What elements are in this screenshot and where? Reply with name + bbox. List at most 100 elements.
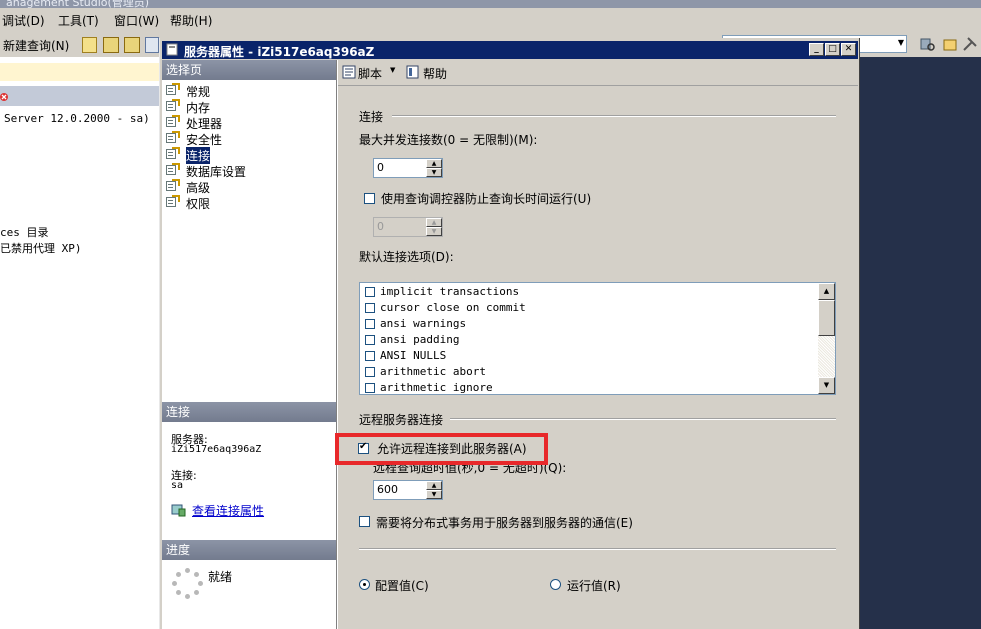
tree-node-agent[interactable]: 已禁用代理 XP) xyxy=(0,240,82,256)
max-connections-value: 0 xyxy=(377,161,384,174)
highlight-box xyxy=(335,433,548,465)
menu-bar: 调试(D) 工具(T) 窗口(W) 帮助(H) xyxy=(0,8,981,32)
maximize-button[interactable]: □ xyxy=(825,43,840,56)
spin-up-icon[interactable]: ▲ xyxy=(426,159,442,168)
dialog-toolbar: 脚本 ▼ 帮助 xyxy=(338,60,858,85)
disconnect-icon[interactable] xyxy=(0,89,9,102)
page-icon xyxy=(166,99,180,112)
radio-separator xyxy=(359,548,836,550)
connection-panel-title: 连接 xyxy=(166,405,191,419)
menu-tools[interactable]: 工具(T) xyxy=(58,12,99,29)
group-remote-line xyxy=(450,418,836,420)
remote-timeout-spinner[interactable]: 600 ▲ ▼ xyxy=(373,480,443,500)
minimize-button[interactable]: _ xyxy=(809,43,824,56)
option-label: ansi warnings xyxy=(380,317,467,330)
nav-item[interactable]: 常规 xyxy=(186,83,210,100)
scroll-track[interactable] xyxy=(818,336,835,377)
nav-item[interactable]: 连接 xyxy=(186,147,211,164)
spin-down-icon: ▼ xyxy=(426,227,442,236)
app-title: anagement Studio(管理员) xyxy=(6,0,150,8)
page-icon xyxy=(166,179,180,192)
progress-panel-header: 进度 xyxy=(162,540,336,560)
running-value-radio[interactable] xyxy=(550,579,561,590)
script-button[interactable]: 脚本 xyxy=(358,65,382,82)
dmx-query-icon[interactable] xyxy=(124,37,140,53)
option-checkbox[interactable] xyxy=(365,383,375,393)
view-connection-properties-icon xyxy=(171,503,187,517)
menu-help[interactable]: 帮助(H) xyxy=(170,12,212,29)
group-remote-label: 远程服务器连接 xyxy=(359,413,444,427)
option-checkbox[interactable] xyxy=(365,319,375,329)
query-governor-value: 0 xyxy=(377,220,384,233)
new-query-button[interactable]: 新建查询(N) xyxy=(3,37,69,54)
script-dropdown-icon[interactable]: ▼ xyxy=(390,66,395,74)
option-checkbox[interactable] xyxy=(365,287,375,297)
connection-panel-header: 连接 xyxy=(162,402,336,422)
server-node[interactable]: Server 12.0.2000 - sa) xyxy=(4,112,150,125)
spin-up-icon[interactable]: ▲ xyxy=(426,481,442,490)
view-connection-properties-link[interactable]: 查看连接属性 xyxy=(192,502,264,519)
option-label: implicit transactions xyxy=(380,285,520,298)
nav-item[interactable]: 权限 xyxy=(186,195,210,212)
config-value-radio[interactable] xyxy=(359,579,370,590)
menu-window[interactable]: 窗口(W) xyxy=(114,12,159,29)
server-value: iZi517e6aq396aZ xyxy=(171,444,262,455)
running-value-label: 运行值(R) xyxy=(567,579,621,593)
option-label: cursor close on commit xyxy=(380,301,526,314)
scroll-up-icon[interactable]: ▲ xyxy=(818,283,835,300)
scroll-thumb[interactable] xyxy=(818,300,835,336)
mdx-query-icon[interactable] xyxy=(103,37,119,53)
spin-down-icon[interactable]: ▼ xyxy=(426,168,442,177)
progress-spinner-icon xyxy=(172,568,204,600)
max-connections-spinner[interactable]: 0 ▲ ▼ xyxy=(373,158,443,178)
page-icon xyxy=(166,147,180,160)
dialog-title-bar: 服务器属性 - iZi517e6aq396aZ _ □ ✕ xyxy=(162,41,858,59)
page-icon xyxy=(166,115,180,128)
distributed-transaction-checkbox[interactable] xyxy=(359,516,370,527)
object-explorer-strip xyxy=(0,63,160,81)
xmla-query-icon[interactable] xyxy=(145,37,159,53)
option-checkbox[interactable] xyxy=(365,303,375,313)
spin-down-icon[interactable]: ▼ xyxy=(426,490,442,499)
select-page-title: 选择页 xyxy=(166,63,203,77)
dropdown-arrow-icon: ▼ xyxy=(897,38,904,47)
scroll-down-icon[interactable]: ▼ xyxy=(818,377,835,394)
nav-item[interactable]: 高级 xyxy=(186,179,210,196)
new-file-icon[interactable] xyxy=(82,37,97,53)
page-icon xyxy=(166,131,180,144)
option-label: ANSI NULLS xyxy=(380,349,447,362)
option-checkbox[interactable] xyxy=(365,335,375,345)
workspace-background xyxy=(860,57,981,629)
menu-debug[interactable]: 调试(D) xyxy=(2,12,45,29)
app-title-bar: anagement Studio(管理员) xyxy=(0,0,981,8)
nav-item[interactable]: 处理器 xyxy=(186,115,222,132)
option-checkbox[interactable] xyxy=(365,367,375,377)
tools-icon[interactable] xyxy=(962,36,978,52)
select-page-header: 选择页 xyxy=(162,60,336,80)
registered-servers-icon[interactable] xyxy=(920,36,936,52)
script-icon xyxy=(342,65,356,79)
nav-item[interactable]: 数据库设置 xyxy=(186,163,246,180)
max-connections-label: 最大并发连接数(0 = 无限制)(M): xyxy=(359,133,538,147)
option-label: arithmetic ignore xyxy=(380,381,493,394)
config-value-label: 配置值(C) xyxy=(375,579,429,593)
dialog-icon xyxy=(166,43,178,56)
default-options-scrollbar[interactable]: ▲ ▼ xyxy=(818,283,835,394)
tree-node-catalog[interactable]: ces 目录 xyxy=(0,224,49,240)
close-button[interactable]: ✕ xyxy=(841,43,856,56)
page-icon xyxy=(166,83,180,96)
use-query-governor-checkbox[interactable] xyxy=(364,193,375,204)
default-options-list[interactable]: implicit transactions cursor close on com… xyxy=(359,282,836,395)
spin-up-icon: ▲ xyxy=(426,218,442,227)
page-icon xyxy=(166,195,180,208)
help-button[interactable]: 帮助 xyxy=(423,65,447,82)
group-connections-label: 连接 xyxy=(359,110,384,124)
nav-item[interactable]: 安全性 xyxy=(186,131,222,148)
group-connections-line xyxy=(392,115,836,117)
object-explorer-icon[interactable] xyxy=(942,36,958,52)
page-icon xyxy=(166,163,180,176)
distributed-transaction-label: 需要将分布式事务用于服务器到服务器的通信(E) xyxy=(376,516,633,530)
nav-item[interactable]: 内存 xyxy=(186,99,210,116)
option-checkbox[interactable] xyxy=(365,351,375,361)
use-query-governor-label: 使用查询调控器防止查询长时间运行(U) xyxy=(381,192,592,206)
